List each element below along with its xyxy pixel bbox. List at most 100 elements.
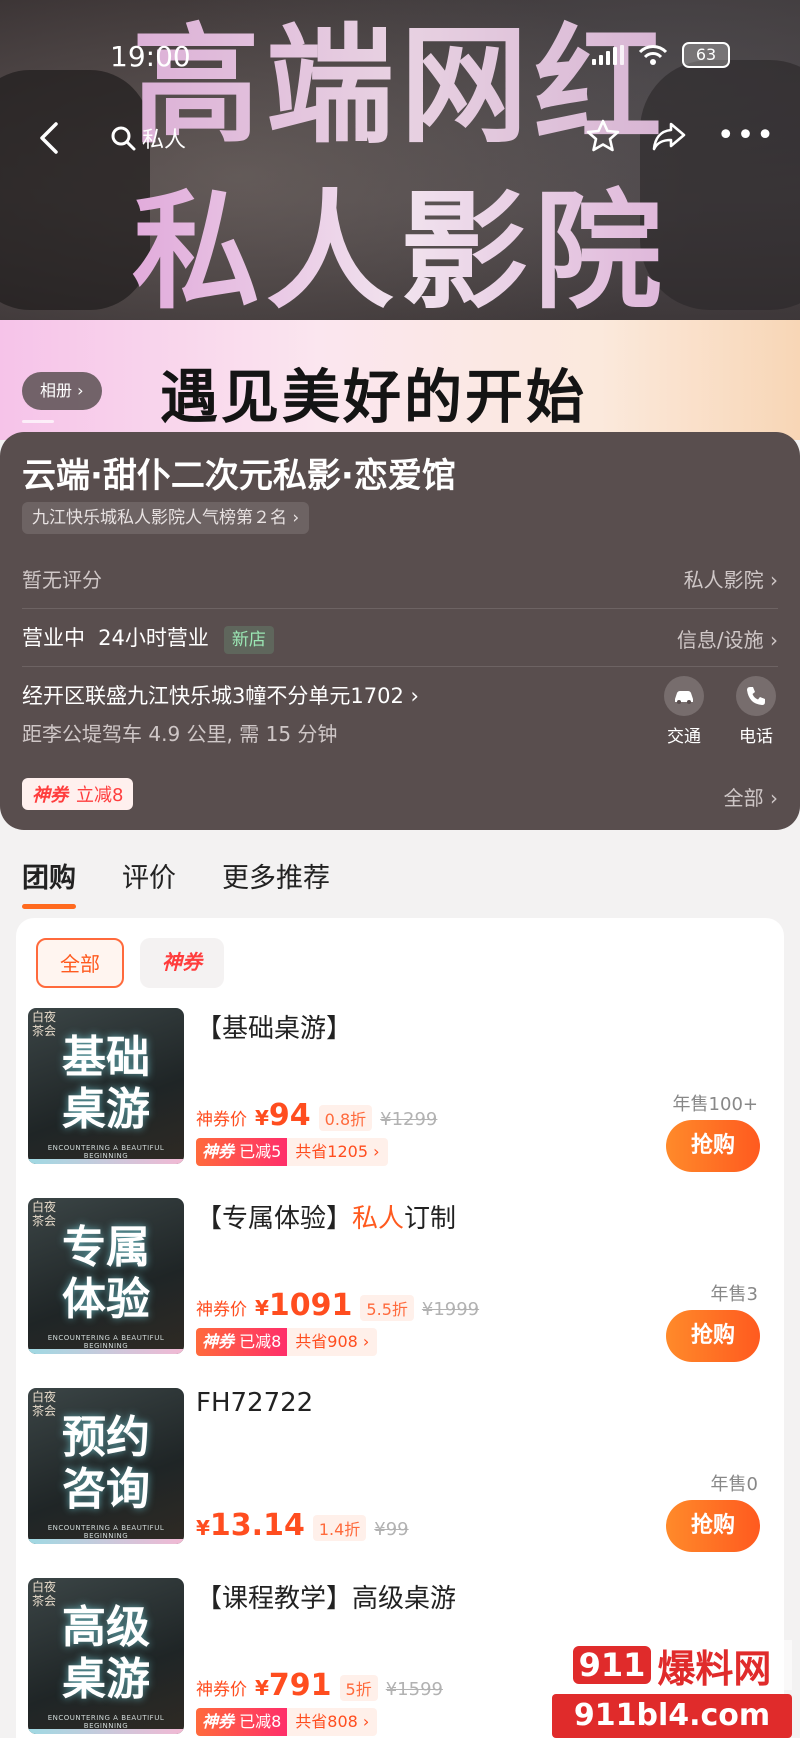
rank-tag[interactable]: 九江快乐城私人影院人气榜第２名 › — [22, 502, 310, 534]
thumb-title: 预约 咨询 — [62, 1412, 150, 1515]
thumb-title: 高级 桌游 — [62, 1602, 150, 1705]
sold-count: 年售3 — [710, 1284, 758, 1305]
thumb-footer: ENCOUNTERING A BEAUTIFUL BEGINNING — [47, 1714, 165, 1730]
status-icons: 63 — [592, 42, 730, 68]
filter-coupon[interactable]: 神券 — [140, 938, 224, 988]
back-arrow-icon[interactable] — [30, 118, 70, 158]
distance-text: 距李公堤驾车 4.9 公里, 需 15 分钟 — [22, 722, 338, 746]
site-watermark: 911 爆料网 911bl4.com — [552, 1640, 792, 1738]
tab-group-buy[interactable]: 团购 — [22, 856, 76, 909]
deal-item[interactable]: 白夜 茶会 基础 桌游 ENCOUNTERING A BEAUTIFUL BEGI… — [28, 1008, 772, 1172]
deal-price: ¥1091 — [255, 1288, 353, 1323]
deals-card: 全部 神券 白夜 茶会 基础 桌游 ENCOUNTERING A BEAUTIFU… — [16, 918, 784, 1738]
original-price: ¥99 — [374, 1519, 409, 1540]
deal-thumbnail: 白夜 茶会 基础 桌游 ENCOUNTERING A BEAUTIFUL BEGI… — [28, 1008, 184, 1164]
divider — [22, 608, 778, 609]
wifi-icon — [638, 45, 668, 65]
deal-item[interactable]: 白夜 茶会 预约 咨询 ENCOUNTERING A BEAUTIFUL BEGI… — [28, 1388, 772, 1552]
nav-search[interactable]: 私人 — [110, 122, 186, 154]
category-link[interactable]: 私人影院 › — [684, 564, 778, 593]
thumb-title: 基础 桌游 — [62, 1032, 150, 1135]
price-row: 神券价 ¥1091 5.5折 ¥1999 — [196, 1288, 479, 1323]
discount-badge: 5.5折 — [360, 1295, 414, 1321]
deal-title: 【基础桌游】 — [196, 1014, 353, 1044]
deal-title: FH72722 — [196, 1388, 314, 1418]
coupon-brand: 神券 — [32, 785, 68, 806]
traffic-button[interactable]: 交通 — [652, 676, 716, 747]
deal-thumbnail: 白夜 茶会 高级 桌游 ENCOUNTERING A BEAUTIFUL BEGI… — [28, 1578, 184, 1734]
deal-price: ¥13.14 — [196, 1508, 305, 1543]
rating-row: 暂无评分 私人影院 › — [22, 564, 778, 593]
nav-actions: ••• — [585, 118, 776, 154]
price-prefix: 神券价 — [196, 1300, 247, 1320]
hours-text: 24小时营业 — [98, 626, 209, 650]
rating-text: 暂无评分 — [22, 568, 102, 592]
price-row: 神券价 ¥94 0.8折 ¥1299 — [196, 1098, 437, 1133]
watermark-title: 爆料网 — [657, 1646, 772, 1691]
carousel-indicator — [22, 420, 54, 423]
coupon-tag[interactable]: 神券 立减8 — [22, 778, 134, 810]
deal-filters: 全部 神券 — [36, 938, 224, 988]
deal-title: 【专属体验】私人订制 — [196, 1204, 457, 1234]
discount-badge: 0.8折 — [318, 1105, 373, 1131]
buy-button[interactable]: 抢购 — [666, 1120, 760, 1172]
deal-price: ¥94 — [255, 1098, 311, 1133]
deal-thumbnail: 白夜 茶会 预约 咨询 ENCOUNTERING A BEAUTIFUL BEGI… — [28, 1388, 184, 1544]
hours-status: 营业中 — [22, 626, 85, 650]
sold-count: 年售100+ — [672, 1094, 758, 1115]
facilities-link[interactable]: 信息/设施 › — [677, 624, 778, 653]
price-row: ¥13.14 1.4折 ¥99 — [196, 1508, 409, 1543]
album-button[interactable]: 相册 › — [22, 372, 102, 410]
shop-address[interactable]: 经开区联盛九江快乐城3幢不分单元1702 › — [22, 680, 419, 710]
status-time: 19:00 — [110, 40, 191, 73]
top-nav: 私人 ••• — [0, 110, 800, 170]
all-coupons-link[interactable]: 全部 › — [724, 782, 778, 811]
thumb-footer: ENCOUNTERING A BEAUTIFUL BEGINNING — [47, 1334, 165, 1350]
discount-badge: 5折 — [339, 1675, 378, 1701]
phone-icon — [736, 676, 776, 716]
deal-title: 【课程教学】高级桌游 — [196, 1584, 457, 1614]
share-icon[interactable] — [651, 118, 687, 154]
deal-thumbnail: 白夜 茶会 专属 体验 ENCOUNTERING A BEAUTIFUL BEGI… — [28, 1198, 184, 1354]
original-price: ¥1299 — [380, 1109, 438, 1130]
deal-item[interactable]: 白夜 茶会 专属 体验 ENCOUNTERING A BEAUTIFUL BEGI… — [28, 1198, 772, 1362]
price-prefix: 神券价 — [196, 1680, 247, 1700]
new-shop-badge: 新店 — [223, 626, 274, 654]
battery-indicator: 63 — [682, 42, 730, 68]
traffic-label: 交通 — [667, 727, 701, 747]
nav-search-text: 私人 — [142, 128, 187, 153]
filter-all[interactable]: 全部 — [36, 938, 124, 988]
discount-badge: 1.4折 — [312, 1515, 367, 1541]
thumb-footer: ENCOUNTERING A BEAUTIFUL BEGINNING — [47, 1144, 165, 1160]
tab-more-recommend[interactable]: 更多推荐 — [222, 856, 330, 909]
divider — [22, 666, 778, 667]
coupon-offer: 立减8 — [76, 785, 124, 806]
deal-price: ¥791 — [255, 1668, 332, 1703]
phone-button[interactable]: 电话 — [724, 676, 788, 747]
price-prefix: 神券价 — [196, 1110, 247, 1130]
signal-icon — [592, 45, 624, 65]
section-tabs: 团购 评价 更多推荐 — [22, 856, 330, 909]
more-icon[interactable]: ••• — [717, 121, 776, 151]
tab-reviews[interactable]: 评价 — [122, 856, 176, 909]
star-icon[interactable] — [585, 118, 621, 154]
hours-row: 营业中 24小时营业 新店 信息/设施 › — [22, 622, 778, 654]
original-price: ¥1599 — [385, 1679, 443, 1700]
shop-info-card: 云端·甜仆二次元私影·恋爱馆 九江快乐城私人影院人气榜第２名 › 暂无评分 私人… — [0, 432, 800, 830]
thumb-footer: ENCOUNTERING A BEAUTIFUL BEGINNING — [47, 1524, 165, 1540]
hero-slogan: 遇见美好的开始 — [160, 363, 588, 431]
hero-headline-2: 私人影院 — [0, 148, 800, 333]
savings-tag: 神券 已减8 共省808 › — [196, 1708, 378, 1736]
phone-label: 电话 — [739, 727, 773, 747]
sold-count: 年售0 — [710, 1474, 758, 1495]
price-row: 神券价 ¥791 5折 ¥1599 — [196, 1668, 443, 1703]
savings-tag: 神券 已减5 共省1205 › — [196, 1138, 388, 1166]
buy-button[interactable]: 抢购 — [666, 1500, 760, 1552]
thumb-title: 专属 体验 — [62, 1222, 150, 1325]
search-icon — [111, 126, 136, 151]
original-price: ¥1999 — [421, 1299, 480, 1320]
shop-name: 云端·甜仆二次元私影·恋爱馆 — [22, 456, 456, 496]
buy-button[interactable]: 抢购 — [666, 1310, 760, 1362]
savings-tag: 神券 已减8 共省908 › — [196, 1328, 378, 1356]
watermark-number: 911 — [572, 1646, 652, 1684]
